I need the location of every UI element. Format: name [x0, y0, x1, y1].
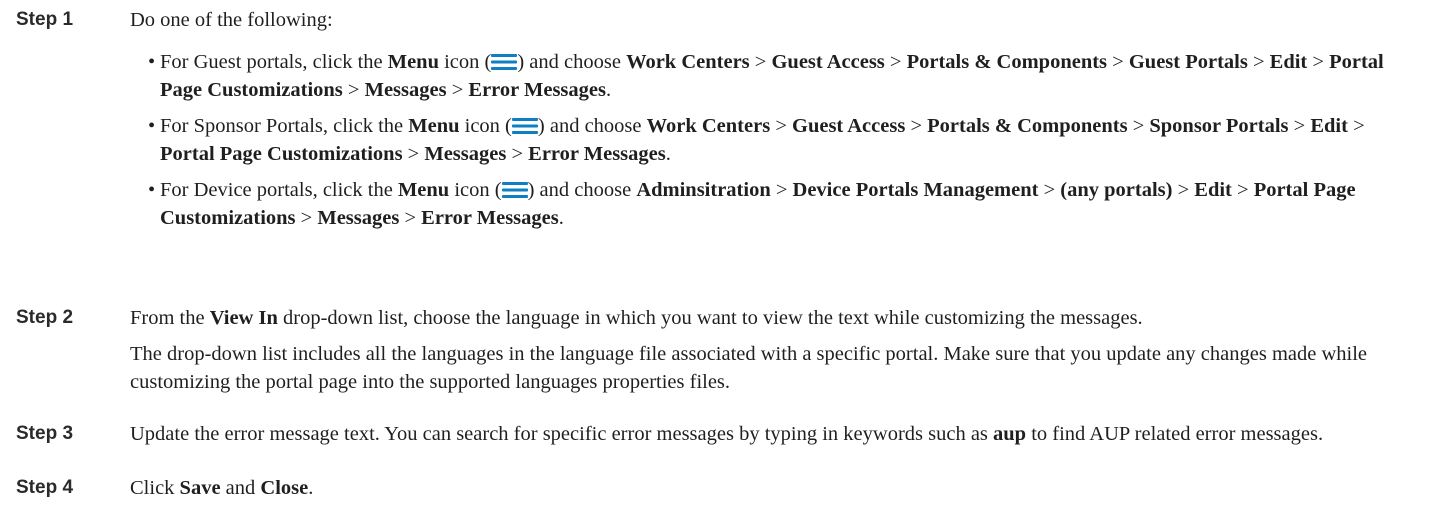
path-separator: > [1252, 51, 1265, 73]
path-separator: > [404, 207, 417, 229]
period: . [605, 79, 612, 101]
text: From the [130, 307, 205, 329]
menu-path-item: (any portals) [1060, 179, 1173, 201]
text: For Device portals, click the [160, 179, 393, 201]
step-label: Step 4 [16, 477, 74, 498]
path-separator: > [451, 79, 464, 101]
step-intro: Do one of the following: [130, 9, 333, 31]
menu-path-item: Sponsor Portals [1149, 115, 1289, 137]
text: Click [130, 477, 175, 499]
step-label: Step 2 [16, 307, 74, 328]
text: to find AUP related error messages. [1031, 423, 1324, 445]
keyword-aup: aup [993, 423, 1027, 445]
path-separator: > [775, 179, 788, 201]
path-separator: > [1353, 115, 1365, 137]
text: . [308, 477, 314, 499]
hamburger-menu-icon [491, 51, 518, 70]
menu-path-item: Guest Portals [1128, 51, 1248, 73]
step-label: Step 1 [16, 9, 74, 30]
path-separator: > [1293, 115, 1306, 137]
text: For Guest portals, click the [160, 51, 383, 73]
step-label: Step 3 [16, 423, 74, 444]
text: and [225, 477, 256, 499]
menu-path-item: Work Centers [626, 51, 750, 73]
document-page: Step 1 Do one of the following: For Gues… [0, 0, 1429, 509]
paragraph: The drop-down list includes all the lang… [130, 343, 1368, 393]
path-separator: > [1132, 115, 1145, 137]
path-separator: > [1237, 179, 1249, 201]
period: . [665, 143, 671, 165]
bullet-item: For Guest portals, click the Menu icon (… [148, 48, 1415, 104]
text: ) and choose [527, 179, 632, 201]
bullet-item: For Sponsor Portals, click the Menu icon… [148, 112, 1415, 168]
paragraph: Click Save and Close. [130, 474, 1415, 502]
text: drop-down list, choose the language in w… [283, 307, 1143, 329]
text: ) and choose [517, 51, 621, 73]
path-separator: > [910, 115, 922, 137]
menu-path-item: Work Centers [646, 115, 771, 137]
bullet-item: For Device portals, click the Menu icon … [148, 176, 1415, 232]
text: icon ( [454, 179, 502, 201]
menu-path-item: Device Portals Management [792, 179, 1039, 201]
step-body: Update the error message text. You can s… [130, 420, 1415, 448]
step-body: Click Save and Close. [130, 474, 1415, 502]
menu-path-item: Portals & Components [906, 51, 1108, 73]
menu-path-item: Portal Page Customizations [160, 143, 403, 165]
step-body: From the View In drop-down list, choose … [130, 304, 1415, 396]
ui-term-save: Save [179, 477, 221, 499]
text: For Sponsor Portals, click the [160, 115, 404, 137]
path-separator: > [1043, 179, 1056, 201]
menu-path-item: Messages [364, 79, 447, 101]
text: icon ( [464, 115, 512, 137]
period: . [558, 207, 564, 229]
text: Update the error message text. You can s… [130, 423, 988, 445]
path-separator: > [1112, 51, 1124, 73]
path-separator: > [511, 143, 524, 165]
ui-term-menu: Menu [387, 51, 439, 73]
path-separator: > [1177, 179, 1190, 201]
menu-path-item: Edit [1194, 179, 1232, 201]
menu-path-item: Guest Access [771, 51, 885, 73]
menu-path-item: Guest Access [792, 115, 906, 137]
menu-path-item: Adminsitration [636, 179, 771, 201]
ui-term-menu: Menu [408, 115, 460, 137]
path-separator: > [889, 51, 902, 73]
menu-path-item: Edit [1269, 51, 1308, 73]
paragraph: From the View In drop-down list, choose … [130, 304, 1415, 332]
ui-term-menu: Menu [397, 179, 450, 201]
menu-path-item: Messages [317, 207, 400, 229]
menu-path-item: Portals & Components [927, 115, 1128, 137]
path-separator: > [407, 143, 420, 165]
bullet-list: For Guest portals, click the Menu icon (… [130, 48, 1415, 232]
paragraph: Update the error message text. You can s… [130, 420, 1415, 448]
ui-term-view-in: View In [209, 307, 278, 329]
text: ) and choose [537, 115, 642, 137]
menu-path-item: Edit [1310, 115, 1348, 137]
menu-path-item: Error Messages [421, 207, 559, 229]
menu-path-item: Messages [424, 143, 507, 165]
path-separator: > [300, 207, 313, 229]
menu-path-item: Error Messages [528, 143, 666, 165]
path-separator: > [347, 79, 360, 101]
step-body: Do one of the following: For Guest porta… [130, 6, 1415, 240]
ui-term-close: Close [260, 477, 309, 499]
path-separator: > [754, 51, 767, 73]
path-separator: > [1312, 51, 1324, 73]
text: icon ( [444, 51, 492, 73]
hamburger-menu-icon [511, 115, 538, 134]
menu-path-item: Error Messages [468, 79, 606, 101]
hamburger-menu-icon [501, 179, 528, 198]
path-separator: > [775, 115, 787, 137]
